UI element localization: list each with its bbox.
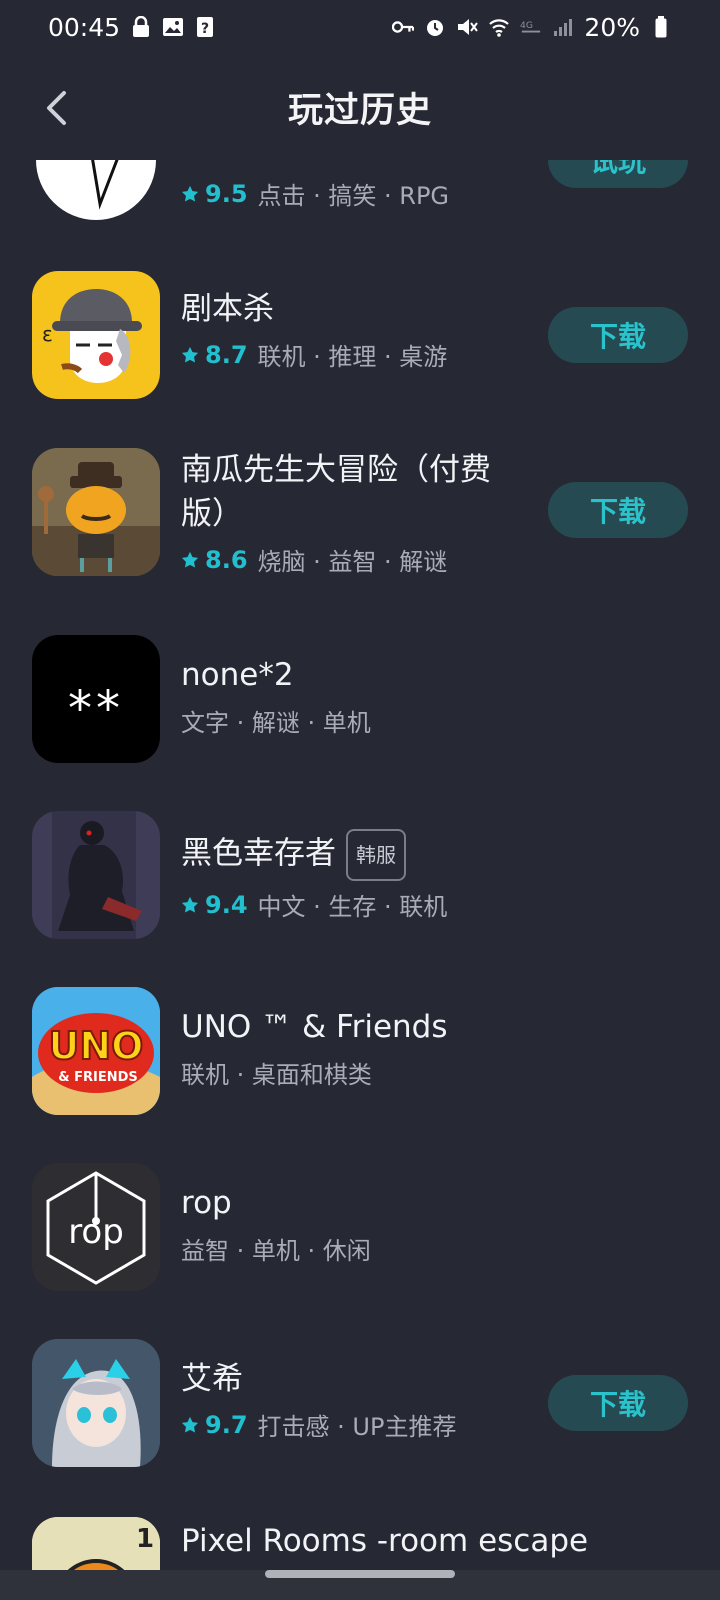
top-bar: 玩过历史 [0, 60, 720, 154]
app-icon[interactable]: UNO & FRIENDS [32, 987, 160, 1115]
tags: 益智 · 单机 · 休闲 [181, 1237, 371, 1265]
app-icon[interactable] [32, 811, 160, 939]
list-item[interactable]: 黑色幸存者 韩服 9.4 中文 · 生存 · 联机 [0, 811, 720, 939]
tags: 联机 · 桌面和棋类 [181, 1061, 372, 1089]
app-name: Pixel Rooms -room escape [181, 1523, 589, 1559]
rating: 8.7 [181, 341, 248, 369]
region-badge: 韩服 [346, 829, 406, 881]
back-button[interactable] [30, 82, 82, 134]
rating: 9.4 [181, 891, 248, 919]
mute-icon [456, 16, 479, 38]
chevron-left-icon [47, 91, 66, 125]
download-button[interactable]: 下载 [548, 307, 688, 363]
app-icon[interactable]: ** [32, 635, 160, 763]
svg-text:?: ? [201, 21, 209, 37]
signal-icon [552, 16, 574, 38]
uno-logo-text: UNO [49, 1024, 144, 1068]
app-name: 剧本杀 [181, 291, 274, 327]
pixel-rooms-icon-text: 1 [136, 1524, 154, 1554]
wifi-icon [488, 16, 510, 38]
volte-icon: 4G [520, 16, 542, 38]
svg-text:4G: 4G [520, 20, 533, 31]
list-item[interactable]: UNO & FRIENDS UNO ™ & Friends 联机 · 桌面和棋类 [0, 987, 720, 1115]
app-name: UNO ™ & Friends [181, 1009, 448, 1045]
tags: 中文 · 生存 · 联机 [257, 893, 448, 921]
app-icon[interactable]: ε [32, 271, 160, 399]
star-icon [181, 185, 199, 201]
list-item[interactable]: ** none*2 文字 · 解谜 · 单机 [0, 635, 720, 763]
tags: 点击 · 搞笑 · RPG [257, 182, 450, 210]
star-icon [181, 1416, 199, 1432]
page-title: 玩过历史 [287, 90, 432, 131]
list-item[interactable]: rop rop 益智 · 单机 · 休闲 [0, 1163, 720, 1291]
tags: 联机 · 推理 · 桌游 [257, 343, 448, 371]
rating: 9.7 [181, 1411, 248, 1439]
uno-logo-subtext: & FRIENDS [58, 1070, 138, 1085]
list-item[interactable]: 1 Pixel Rooms -room escape [0, 1517, 720, 1572]
home-indicator[interactable] [265, 1570, 455, 1578]
app-name: 南瓜先生大冒险（付费版） [181, 452, 491, 532]
tags: 烧脑 · 益智 · 解谜 [257, 548, 448, 576]
app-icon[interactable] [32, 448, 160, 576]
app-name: none*2 [181, 657, 294, 693]
star-icon [181, 346, 199, 362]
try-button[interactable]: 试玩 [548, 160, 688, 188]
status-time: 00:45 [48, 12, 121, 42]
list-item[interactable]: 9.5 点击 · 搞笑 · RPG 试玩 [0, 160, 720, 240]
rop-logo-text: rop [68, 1212, 124, 1252]
svg-text:ε: ε [42, 322, 53, 346]
app-name: 艾希 [181, 1361, 243, 1397]
rating: 9.5 [181, 180, 248, 208]
app-icon[interactable]: 1 [32, 1517, 160, 1572]
image-icon [162, 16, 184, 38]
app-name: rop [181, 1185, 232, 1221]
list-item[interactable]: 艾希 9.7 打击感 · UP主推荐 下载 [0, 1339, 720, 1467]
alarm-icon [424, 16, 446, 38]
download-button[interactable]: 下载 [548, 482, 688, 538]
battery-icon [650, 16, 672, 38]
question-icon: ? [194, 16, 216, 38]
app-icon[interactable]: rop [32, 1163, 160, 1291]
tags: 文字 · 解谜 · 单机 [181, 709, 371, 737]
lock-icon [130, 16, 152, 38]
app-name: 黑色幸存者 韩服 [181, 829, 521, 881]
tags: 打击感 · UP主推荐 [257, 1413, 457, 1441]
download-button[interactable]: 下载 [548, 1375, 688, 1431]
key-icon [392, 16, 415, 38]
app-icon[interactable] [36, 160, 156, 220]
history-list[interactable]: 9.5 点击 · 搞笑 · RPG 试玩 ε 剧本杀 8.7 联机 · 推理 ·… [0, 160, 720, 1572]
list-item[interactable]: ε 剧本杀 8.7 联机 · 推理 · 桌游 下载 [0, 271, 720, 399]
app-icon-text: ** [68, 681, 124, 737]
star-icon [181, 896, 199, 912]
star-icon [181, 551, 199, 567]
app-icon[interactable] [32, 1339, 160, 1467]
list-item[interactable]: 南瓜先生大冒险（付费版） 8.6 烧脑 · 益智 · 解谜 下载 [0, 448, 720, 578]
rating: 8.6 [181, 546, 248, 574]
status-bar: 00:45 ? 4G 20% [0, 0, 720, 54]
battery-percent: 20% [584, 12, 640, 42]
